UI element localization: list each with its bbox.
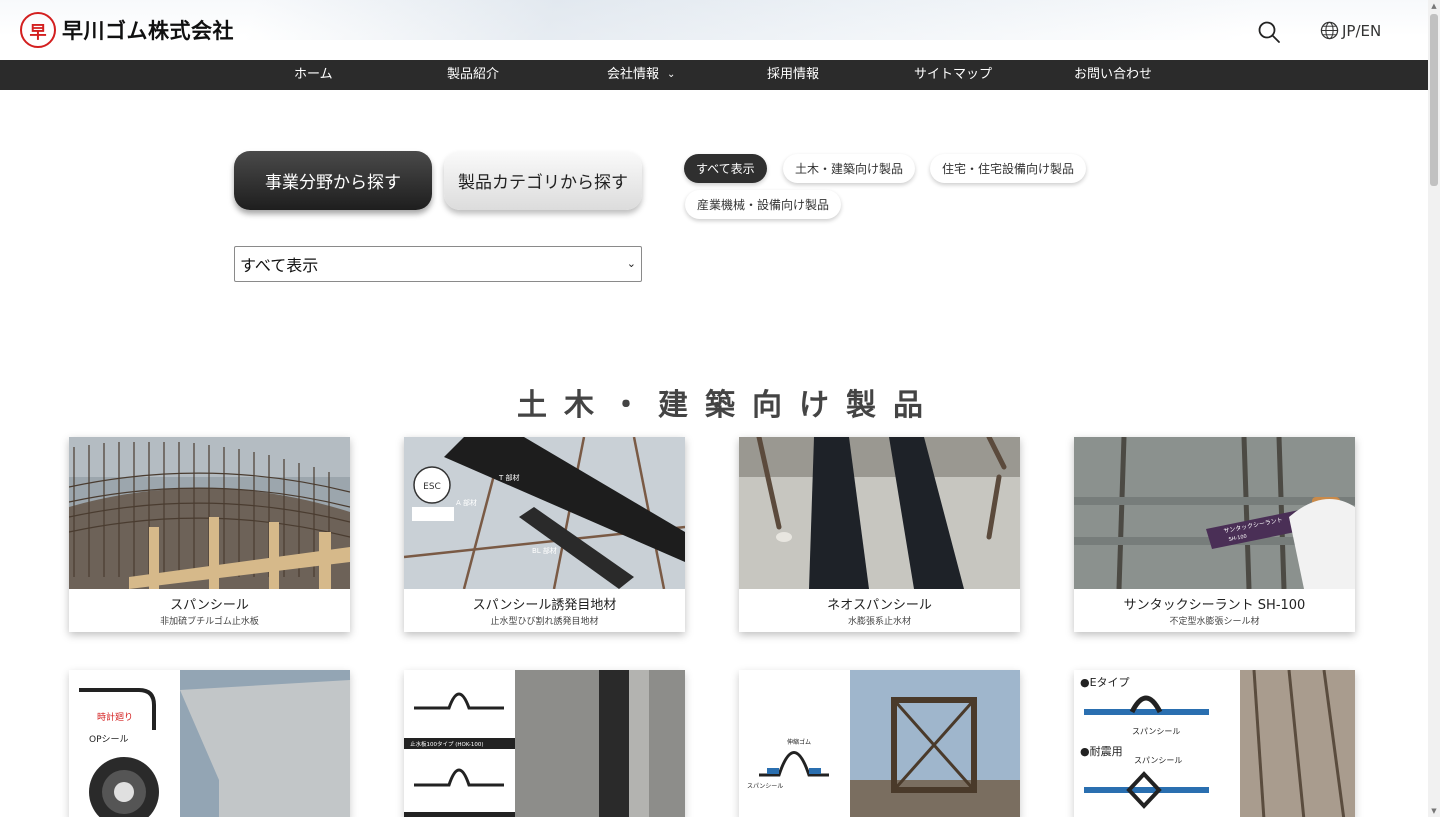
product-image: [739, 437, 1020, 589]
product-card[interactable]: 時計廻り OPシール: [69, 670, 350, 817]
product-card[interactable]: ESC T 部材 A 部材 BL 部材 スパンシール誘発目地材 止水型ひび割れ誘…: [404, 437, 685, 632]
search-icon[interactable]: [1257, 20, 1281, 44]
site-logo[interactable]: 早 早川ゴム株式会社: [20, 12, 234, 48]
product-name: スパンシール誘発目地材: [472, 598, 617, 613]
language-label: JP/EN: [1342, 21, 1382, 40]
image-label-a: A 部材: [456, 498, 477, 507]
chevron-down-icon: ⌄: [626, 257, 636, 270]
product-card[interactable]: ●Eタイプ スパンシール ●耐震用 スパンシール: [1074, 670, 1355, 817]
site-header: 早 早川ゴム株式会社 JP/EN: [0, 0, 1428, 60]
scroll-down-icon[interactable]: ▼: [1428, 805, 1440, 817]
main-nav: ホーム 製品紹介 会社情報 ⌄ 採用情報 サイトマップ お問い合わせ: [0, 60, 1428, 90]
filter-pill-industrial[interactable]: 産業機械・設備向け製品: [685, 190, 842, 219]
product-name: スパンシール: [170, 598, 249, 613]
image-label-span-seal-e: スパンシール: [1132, 727, 1180, 736]
filter-pill-housing[interactable]: 住宅・住宅設備向け製品: [930, 154, 1087, 183]
product-image: 伸縮ゴム スパンシール: [739, 670, 1020, 817]
product-subtitle: 不定型水膨張シール材: [1169, 617, 1260, 627]
product-subtitle: 水膨張系止水材: [847, 617, 911, 627]
image-label-bl: BL 部材: [532, 546, 557, 555]
product-card[interactable]: スパンシール 非加硫ブチルゴム止水板: [69, 437, 350, 632]
language-switcher[interactable]: JP/EN: [1320, 21, 1381, 40]
image-label-expansion-rubber: 伸縮ゴム: [787, 738, 811, 746]
image-label-hok: 止水板100タイプ (HOK-100): [410, 740, 484, 748]
image-label-seismic: ●耐震用: [1080, 745, 1123, 758]
image-label-clockwise: 時計廻り: [97, 711, 133, 723]
tab-business-field[interactable]: 事業分野から探す: [234, 151, 432, 210]
image-label-span-seal-seismic: スパンシール: [1134, 756, 1182, 765]
product-card[interactable]: 止水板100タイプ (HOK-100): [404, 670, 685, 817]
chevron-down-icon: ⌄: [667, 69, 676, 80]
category-select[interactable]: すべて表示 ⌄: [234, 246, 642, 282]
nav-item-products[interactable]: 製品紹介: [447, 60, 499, 90]
image-label-e-type: ●Eタイプ: [1080, 676, 1130, 689]
image-label-op-seal: OPシール: [89, 735, 129, 745]
image-label-span-seal: スパンシール: [747, 783, 783, 790]
logo-mark-icon: 早: [20, 12, 56, 48]
tab-product-category[interactable]: 製品カテゴリから探す: [444, 151, 642, 210]
product-card[interactable]: サンタックシーラント SH-100 サンタックシーラント SH-100 不定型水…: [1074, 437, 1355, 632]
product-subtitle: 非加硫ブチルゴム止水板: [160, 617, 259, 627]
company-name: 早川ゴム株式会社: [62, 19, 234, 43]
nav-item-sitemap[interactable]: サイトマップ: [914, 60, 992, 90]
header-decoration: [242, 0, 1258, 40]
filter-pill-all[interactable]: すべて表示: [684, 154, 767, 183]
image-label-t: T 部材: [498, 473, 520, 482]
nav-item-home[interactable]: ホーム: [294, 60, 333, 90]
section-title: 土木・建築向け製品: [517, 388, 940, 423]
nav-item-contact[interactable]: お問い合わせ: [1074, 60, 1152, 90]
product-image: [69, 437, 350, 589]
product-image: サンタックシーラント SH-100: [1074, 437, 1355, 589]
select-value: すべて表示: [240, 256, 319, 275]
filter-pill-civil[interactable]: 土木・建築向け製品: [783, 154, 916, 183]
product-name: ネオスパンシール: [827, 598, 932, 613]
svg-text:ESC: ESC: [423, 482, 441, 492]
nav-item-recruit[interactable]: 採用情報: [767, 60, 819, 90]
product-card[interactable]: ネオスパンシール 水膨張系止水材: [739, 437, 1020, 632]
product-subtitle: 止水型ひび割れ誘発目地材: [490, 617, 599, 627]
product-image: 時計廻り OPシール: [69, 670, 350, 817]
scroll-up-icon[interactable]: ▲: [1428, 0, 1440, 12]
product-image: ●Eタイプ スパンシール ●耐震用 スパンシール: [1074, 670, 1355, 817]
product-name: サンタックシーラント SH-100: [1123, 598, 1306, 613]
product-image: 止水板100タイプ (HOK-100): [404, 670, 685, 817]
globe-icon: [1320, 21, 1339, 40]
product-image: ESC T 部材 A 部材 BL 部材: [404, 437, 685, 589]
nav-item-company[interactable]: 会社情報 ⌄: [607, 60, 675, 90]
scroll-thumb[interactable]: [1430, 14, 1438, 186]
product-card[interactable]: 伸縮ゴム スパンシール: [739, 670, 1020, 817]
